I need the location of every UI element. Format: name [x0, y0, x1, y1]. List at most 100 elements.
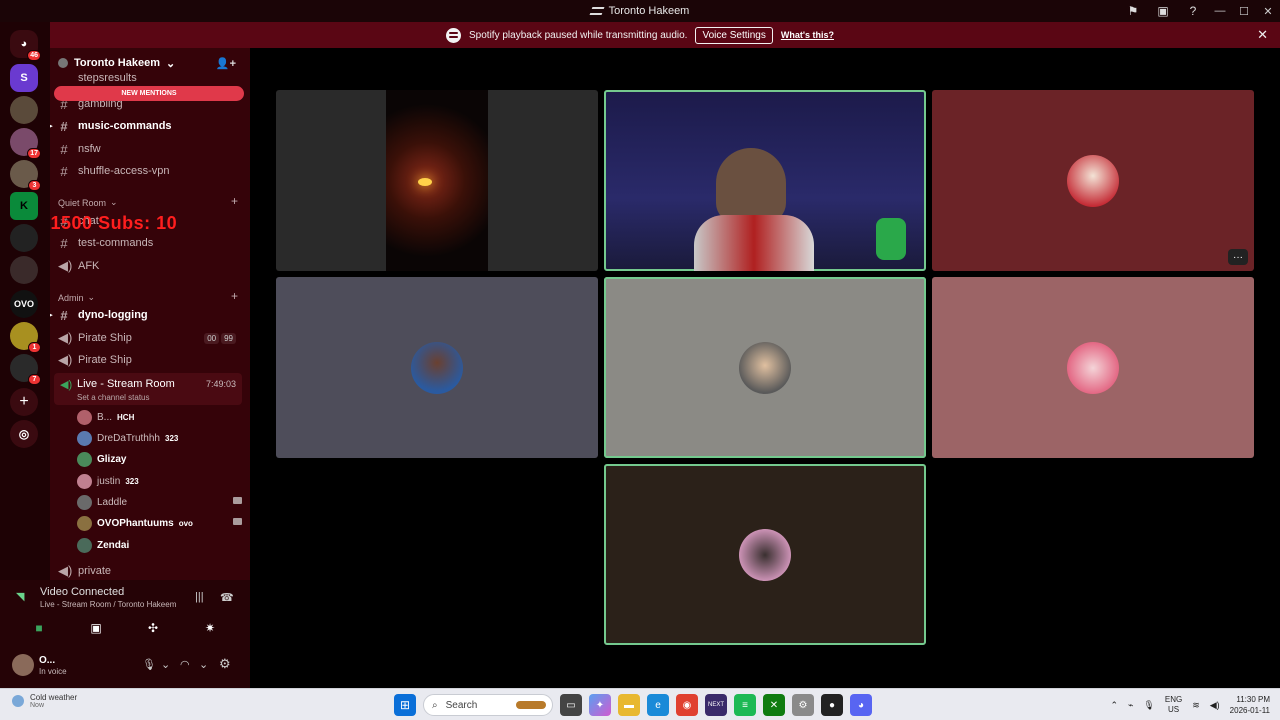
server-icon-kick[interactable]: K	[10, 192, 38, 220]
server-icon-ovo[interactable]: OVO	[10, 290, 38, 318]
network-icon[interactable]: ⌁	[1128, 700, 1133, 711]
video-tile[interactable]	[932, 277, 1254, 458]
headphones-icon[interactable]: ◠	[180, 658, 190, 671]
add-server-button[interactable]: +	[10, 388, 38, 416]
channel-stepsresults[interactable]: stepsresults	[58, 72, 244, 84]
live-room-name: Live - Stream Room	[77, 378, 175, 390]
obs-icon[interactable]: ●	[821, 694, 843, 716]
add-channel-icon[interactable]: +	[231, 289, 238, 303]
copilot-icon[interactable]: ✦	[589, 694, 611, 716]
inbox-flag-icon[interactable]: ⚑	[1118, 0, 1148, 22]
minimize-button[interactable]: —	[1208, 0, 1232, 22]
gear-icon[interactable]: ⚙	[219, 656, 231, 672]
volume-icon[interactable]: ◀)	[1210, 700, 1220, 711]
inbox-icon[interactable]: ▣	[1148, 0, 1178, 22]
server-icon-2[interactable]	[10, 96, 38, 124]
server-icon-6[interactable]	[10, 256, 38, 284]
add-channel-icon[interactable]: +	[231, 194, 238, 208]
wifi-icon[interactable]: ≋	[1192, 700, 1200, 711]
edge-icon[interactable]: e	[647, 694, 669, 716]
microphone-icon[interactable]: 🎙	[1143, 700, 1154, 711]
server-icon-1[interactable]: S	[10, 64, 38, 92]
spotify-icon[interactable]: ≡	[734, 694, 756, 716]
avatar	[77, 409, 92, 425]
video-tile-speaking[interactable]	[604, 90, 926, 271]
chevron-up-icon[interactable]: ⌃	[1110, 700, 1118, 711]
next-app-icon[interactable]: NEXT	[705, 694, 727, 716]
soundboard-button[interactable]: ✷	[186, 617, 234, 639]
video-tile[interactable]	[276, 90, 598, 271]
stream-icon	[589, 7, 605, 15]
avatar	[77, 515, 92, 531]
channel-nsfw[interactable]: # nsfw	[58, 139, 244, 159]
settings-icon[interactable]: ⚙	[792, 694, 814, 716]
weather-widget[interactable]: Cold weather Now	[12, 693, 77, 709]
video-feed	[386, 90, 488, 271]
taskbar-search[interactable]: ⌕ Search	[423, 694, 553, 716]
voice-user[interactable]: justin 323	[77, 472, 242, 490]
screen-share-button[interactable]: ▣	[72, 617, 120, 639]
channel-afk[interactable]: ◀) AFK	[58, 256, 244, 276]
avatar[interactable]	[12, 654, 34, 676]
channel-pirate-ship-2[interactable]: ◀) Pirate Ship	[58, 350, 244, 370]
voice-user[interactable]: Zendai	[77, 536, 242, 554]
camera-button[interactable]: ■	[15, 617, 63, 639]
task-view-icon[interactable]: ▭	[560, 694, 582, 716]
activities-button[interactable]: ✣	[129, 617, 177, 639]
chevron-down-icon[interactable]: ⌄	[199, 658, 208, 671]
video-tile[interactable]	[276, 277, 598, 458]
video-tile-speaking[interactable]	[604, 464, 926, 645]
channel-shuffle-access-vpn[interactable]: # shuffle-access-vpn	[58, 161, 244, 181]
signal-icon[interactable]: ◥	[16, 590, 24, 603]
maximize-button[interactable]: ☐	[1232, 0, 1256, 22]
user-panel: O... In voice 🎙 ⌄ ◠ ⌄ ⚙	[8, 652, 244, 682]
disconnect-icon[interactable]: ☎	[220, 591, 234, 604]
chevron-down-icon: ⌄	[87, 292, 96, 302]
help-icon[interactable]: ?	[1178, 0, 1208, 22]
xbox-icon[interactable]: ✕	[763, 694, 785, 716]
server-icon-4[interactable]: 3	[10, 160, 41, 191]
channel-live-stream-room[interactable]: ◀) Live - Stream Room 7:49:03 Set a chan…	[54, 373, 242, 405]
chevron-down-icon[interactable]: ⌄	[161, 658, 170, 671]
server-icon-8[interactable]: 7	[10, 354, 41, 385]
more-options-button[interactable]: ···	[1228, 249, 1248, 265]
category-admin[interactable]: Admin ⌄	[58, 292, 95, 303]
microphone-icon[interactable]: 🎙	[142, 658, 156, 671]
chevron-down-icon: ⌄	[165, 57, 176, 70]
discord-icon[interactable]: ◕	[850, 694, 872, 716]
voice-settings-button[interactable]: Voice Settings	[695, 26, 773, 44]
whats-this-link[interactable]: What's this?	[781, 30, 834, 40]
channel-pirate-ship-1[interactable]: ◀) Pirate Ship 00 99	[58, 328, 244, 348]
close-notice-icon[interactable]: ✕	[1257, 27, 1268, 43]
clock[interactable]: 11:30 PM 2026-01-11	[1230, 694, 1270, 716]
voice-user[interactable]: Laddle	[77, 493, 242, 511]
new-mentions-pill[interactable]: NEW MENTIONS	[54, 86, 244, 101]
video-tile-speaking[interactable]	[604, 277, 926, 458]
window-title: Toronto Hakeem	[608, 5, 690, 17]
direct-messages-button[interactable]: ◕ 46	[10, 30, 41, 61]
discover-icon[interactable]: ◎	[10, 420, 38, 448]
server-icon-5[interactable]	[10, 224, 38, 252]
channel-music-commands[interactable]: ▸ # music-commands	[50, 116, 244, 136]
chrome-icon[interactable]: ◉	[676, 694, 698, 716]
file-explorer-icon[interactable]: ▬	[618, 694, 640, 716]
add-user-icon[interactable]: 👤+	[216, 57, 236, 70]
channel-test-commands[interactable]: # test-commands	[58, 233, 244, 253]
noise-suppression-icon[interactable]: |||	[195, 591, 204, 603]
server-icon-7[interactable]: 1	[10, 322, 41, 353]
channel-dyno-logging[interactable]: ▸ # dyno-logging	[50, 305, 244, 325]
voice-status-subtitle[interactable]: Live - Stream Room / Toronto Hakeem	[40, 600, 176, 609]
voice-connection-panel: ◥ Video Connected Live - Stream Room / T…	[0, 580, 250, 688]
voice-user[interactable]: DreDaTruthhh 323	[77, 429, 242, 447]
channel-status-prompt[interactable]: Set a channel status	[77, 393, 150, 402]
voice-user[interactable]: B... HCH	[77, 408, 242, 426]
close-window-button[interactable]: ✕	[1256, 0, 1280, 22]
language-indicator[interactable]: ENG US	[1165, 695, 1182, 715]
channel-private[interactable]: ◀) private	[58, 561, 244, 580]
start-button[interactable]: ⊞	[394, 694, 416, 716]
category-quiet-room[interactable]: Quiet Room ⌄	[58, 197, 118, 208]
voice-user[interactable]: Glizay	[77, 450, 242, 468]
voice-user[interactable]: OVOPhantuums ovo	[77, 514, 242, 532]
server-icon-3[interactable]: 17	[10, 128, 41, 159]
video-tile[interactable]: ···	[932, 90, 1254, 271]
